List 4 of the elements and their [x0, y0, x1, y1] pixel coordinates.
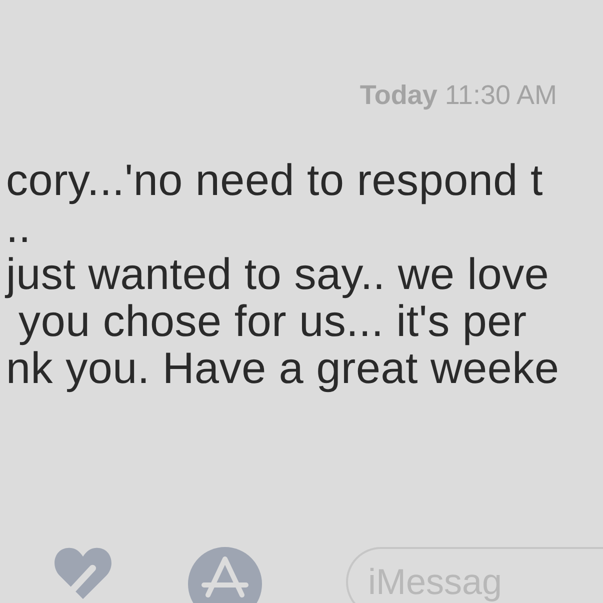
app-store-icon[interactable]: [188, 547, 262, 603]
message-text: cory...'no need to respond t .. just wanted to say.. we love you chose for us... it's per nk you. Have a great weeke: [4, 157, 560, 392]
heart-icon[interactable]: [54, 547, 112, 599]
message-timestamp: Today 11:30 AM: [360, 80, 557, 111]
